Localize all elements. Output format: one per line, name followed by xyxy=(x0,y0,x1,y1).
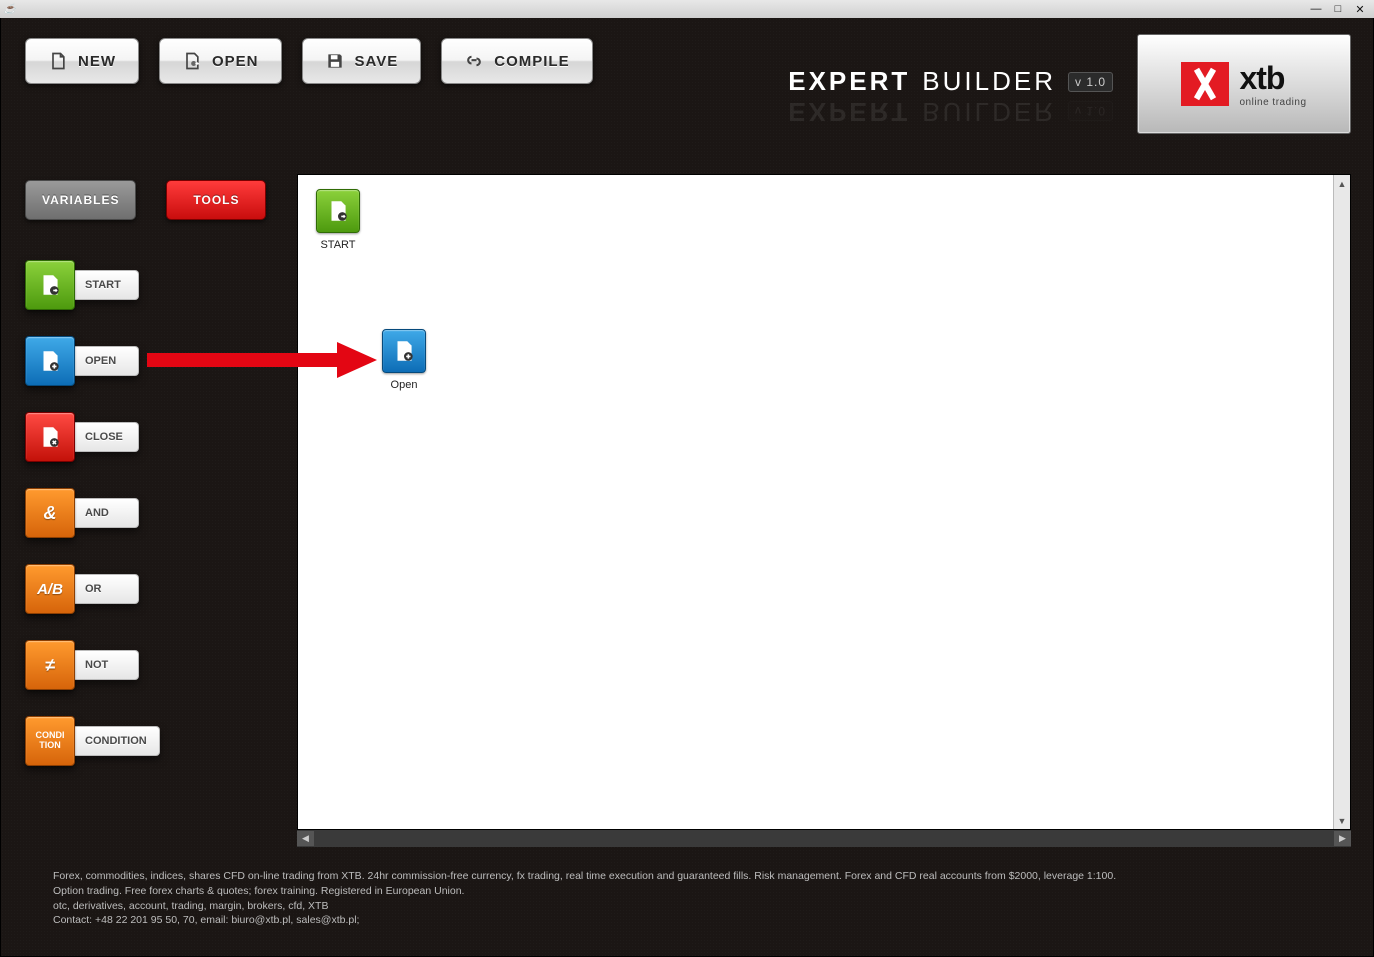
compile-button[interactable]: COMPILE xyxy=(441,38,592,84)
compile-icon xyxy=(464,51,484,71)
tool-and-label: AND xyxy=(73,498,139,528)
new-button-label: NEW xyxy=(78,53,116,70)
window-titlebar: ☕ — □ ✕ xyxy=(0,0,1374,18)
save-button[interactable]: SAVE xyxy=(302,38,422,84)
tool-condition-label: CONDITION xyxy=(73,726,160,756)
canvas-start-icon xyxy=(316,189,360,233)
canvas-open-icon xyxy=(382,329,426,373)
and-icon: & xyxy=(25,488,75,538)
tool-open[interactable]: OPEN xyxy=(25,336,275,386)
footer-line-3: otc, derivatives, account, trading, marg… xyxy=(53,899,1333,914)
tool-start-label: START xyxy=(73,270,139,300)
canvas-open-label: Open xyxy=(382,379,426,391)
tool-condition[interactable]: CONDITION CONDITION xyxy=(25,716,275,766)
vertical-scrollbar[interactable]: ▲ ▼ xyxy=(1333,175,1350,829)
tool-or-label: OR xyxy=(73,574,139,604)
scroll-right-icon[interactable]: ▶ xyxy=(1334,831,1351,846)
open-button-label: OPEN xyxy=(212,53,259,70)
tool-or[interactable]: A/B OR xyxy=(25,564,275,614)
close-tool-icon xyxy=(25,412,75,462)
tool-and[interactable]: & AND xyxy=(25,488,275,538)
tab-tools[interactable]: TOOLS xyxy=(166,180,266,220)
start-icon xyxy=(25,260,75,310)
canvas[interactable]: START Open ▲ ▼ xyxy=(297,174,1351,830)
app-title-reflection: EXPERT BUILDER v 1.0 xyxy=(788,96,1113,127)
minimize-button[interactable]: — xyxy=(1305,3,1327,16)
horizontal-scrollbar[interactable]: ◀ ▶ xyxy=(297,830,1351,847)
scroll-up-icon[interactable]: ▲ xyxy=(1335,175,1350,192)
tool-not-label: NOT xyxy=(73,650,139,680)
footer-line-1: Forex, commodities, indices, shares CFD … xyxy=(53,869,1333,884)
open-tool-icon xyxy=(25,336,75,386)
tool-start[interactable]: START xyxy=(25,260,275,310)
canvas-node-start[interactable]: START xyxy=(316,189,360,251)
close-window-button[interactable]: ✕ xyxy=(1349,3,1371,16)
main-toolbar: NEW OPEN SAVE COMPILE xyxy=(25,38,593,84)
condition-icon: CONDITION xyxy=(25,716,75,766)
compile-button-label: COMPILE xyxy=(494,53,569,70)
scroll-down-icon[interactable]: ▼ xyxy=(1335,812,1350,829)
xtb-logo-icon xyxy=(1181,62,1229,106)
maximize-button[interactable]: □ xyxy=(1327,3,1349,16)
app-title: EXPERT BUILDER v 1.0 xyxy=(788,66,1113,97)
tools-panel: VARIABLES TOOLS START OPEN CLOSE & AND xyxy=(25,180,275,792)
java-icon: ☕ xyxy=(3,2,17,16)
app-title-light: BUILDER xyxy=(922,66,1056,97)
or-icon: A/B xyxy=(25,564,75,614)
footer-line-4: Contact: +48 22 201 95 50, 70, email: bi… xyxy=(53,913,1333,928)
app-title-bold: EXPERT xyxy=(788,66,910,97)
new-button[interactable]: NEW xyxy=(25,38,139,84)
tool-not[interactable]: ≠ NOT xyxy=(25,640,275,690)
scroll-left-icon[interactable]: ◀ xyxy=(297,831,314,846)
xtb-logo: xtb online trading xyxy=(1137,34,1351,134)
app-version: v 1.0 xyxy=(1068,72,1113,92)
file-new-icon xyxy=(48,51,68,71)
canvas-node-open[interactable]: Open xyxy=(382,329,426,391)
xtb-logo-tagline: online trading xyxy=(1239,97,1306,108)
open-button[interactable]: OPEN xyxy=(159,38,282,84)
footer-line-2: Option trading. Free forex charts & quot… xyxy=(53,884,1333,899)
tool-close-label: CLOSE xyxy=(73,422,139,452)
canvas-start-label: START xyxy=(316,239,360,251)
footer-text: Forex, commodities, indices, shares CFD … xyxy=(53,869,1333,928)
not-icon: ≠ xyxy=(25,640,75,690)
save-button-label: SAVE xyxy=(355,53,399,70)
save-icon xyxy=(325,51,345,71)
file-open-icon xyxy=(182,51,202,71)
tool-close[interactable]: CLOSE xyxy=(25,412,275,462)
xtb-logo-name: xtb xyxy=(1239,60,1306,97)
tab-variables[interactable]: VARIABLES xyxy=(25,180,136,220)
tool-open-label: OPEN xyxy=(73,346,139,376)
